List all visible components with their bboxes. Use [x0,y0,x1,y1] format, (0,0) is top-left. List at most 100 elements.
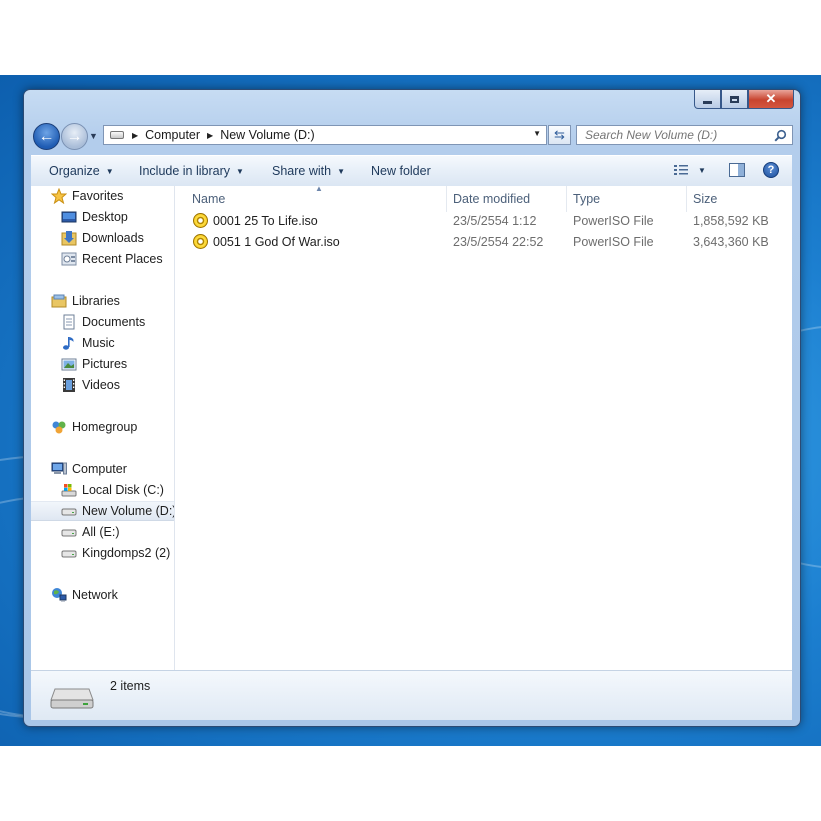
nav-favorites-label: Favorites [72,189,124,203]
system-drive-icon [61,484,77,497]
back-arrow-icon: ← [38,127,55,145]
breadcrumb-separator-icon[interactable]: ▶ [207,131,213,140]
file-size: 1,858,592 KB [693,214,769,228]
file-row[interactable]: 0051 1 God Of War.iso 23/5/2554 22:52 Po… [185,232,785,252]
minimize-button[interactable] [694,90,721,109]
chevron-down-icon: ▼ [89,131,98,141]
back-button[interactable]: ← [33,123,60,150]
sort-ascending-icon: ▲ [315,184,323,193]
network-icon [52,588,67,602]
computer-icon [51,462,67,475]
drive-icon [61,529,77,537]
nav-item-label: Local Disk (C:) [82,483,164,497]
search-icon[interactable] [774,129,787,142]
column-header-name[interactable]: Name [192,186,225,212]
file-date: 23/5/2554 1:12 [453,214,537,228]
forward-button[interactable]: → [61,123,88,150]
breadcrumb-separator-icon[interactable]: ▶ [132,131,138,140]
drive-icon [110,131,124,139]
column-header-size[interactable]: Size [693,186,717,212]
iso-disc-icon [193,234,208,249]
new-folder-label: New folder [371,164,431,178]
column-divider[interactable] [446,186,447,212]
include-in-library-button[interactable]: Include in library ▼ [139,164,244,178]
file-name: 0051 1 God Of War.iso [213,235,340,249]
breadcrumb-new-volume[interactable]: New Volume (D:) [220,128,314,142]
column-divider[interactable] [566,186,567,212]
column-header-type[interactable]: Type [573,186,600,212]
column-header-label: Date modified [453,192,531,206]
change-view-icon[interactable] [673,162,691,178]
close-button[interactable]: ✕ [748,90,794,109]
libraries-icon [51,294,67,308]
address-dropdown-icon[interactable]: ▼ [533,129,541,138]
new-folder-button[interactable]: New folder [371,164,431,178]
nav-item-label: Recent Places [82,252,163,266]
nav-item-all-e[interactable]: All (E:) [31,522,174,542]
nav-item-label: Desktop [82,210,128,224]
help-icon: ? [767,164,775,176]
film-strip-icon [63,378,75,392]
column-header-date-modified[interactable]: Date modified [453,186,530,212]
share-with-button[interactable]: Share with ▼ [272,164,345,178]
close-icon: ✕ [765,91,777,106]
nav-item-pictures[interactable]: Pictures [31,354,174,374]
nav-item-label: Music [82,336,115,350]
downloads-folder-icon [61,231,77,246]
nav-favorites[interactable]: Favorites [31,186,174,206]
recent-places-icon [61,252,77,266]
recent-pages-button[interactable]: ▼ [89,131,98,141]
desktop-icon [61,211,77,223]
iso-disc-icon [193,213,208,228]
nav-homegroup[interactable]: Homegroup [31,417,174,437]
nav-item-music[interactable]: Music [31,333,174,353]
file-list: ▲ Name Date modified Type Size 0001 25 T… [175,184,792,670]
nav-item-label: All (E:) [82,525,120,539]
nav-item-downloads[interactable]: Downloads [31,228,174,248]
nav-item-kingdomps2[interactable]: Kingdomps2 (2) ( [31,543,174,563]
nav-item-label: Kingdomps2 (2) ( [82,546,175,560]
file-row[interactable]: 0001 25 To Life.iso 23/5/2554 1:12 Power… [185,211,785,231]
window-body: Favorites Desktop Downloads Recent Place… [31,184,792,670]
nav-item-videos[interactable]: Videos [31,375,174,395]
item-count: 2 items [110,679,151,693]
preview-pane-icon[interactable] [728,162,746,178]
nav-libraries[interactable]: Libraries [31,291,174,311]
nav-item-desktop[interactable]: Desktop [31,207,174,227]
breadcrumb-computer[interactable]: Computer [145,128,200,142]
chevron-down-icon: ▼ [236,167,244,176]
details-pane: 2 items [31,670,792,720]
nav-item-new-volume-d[interactable]: New Volume (D:) [31,501,174,521]
navigation-bar: ← → ▼ ▶ Computer ▶ New Volume (D:) ▼ ⇆ [32,123,793,150]
refresh-button[interactable]: ⇆ [548,125,571,145]
help-button[interactable]: ? [763,162,779,178]
window-controls: ✕ [694,90,794,110]
nav-item-label: Documents [82,315,146,329]
nav-item-documents[interactable]: Documents [31,312,174,332]
nav-network[interactable]: Network [31,585,174,605]
share-with-label: Share with [272,164,332,178]
nav-item-label: Videos [82,378,120,392]
nav-item-local-disk-c[interactable]: Local Disk (C:) [31,480,174,500]
hard-drive-icon [50,688,94,709]
file-type: PowerISO File [573,235,654,249]
search-box[interactable] [576,125,793,145]
chevron-down-icon: ▼ [337,167,345,176]
pictures-icon [61,358,77,371]
minimize-icon [703,100,712,104]
view-options-chevron-icon[interactable]: ▼ [698,166,706,175]
refresh-icon: ⇆ [554,127,565,142]
search-input[interactable] [585,128,765,142]
address-bar[interactable]: ▶ Computer ▶ New Volume (D:) ▼ [103,125,547,145]
drive-icon [61,550,77,558]
column-divider[interactable] [686,186,687,212]
column-header-label: Type [573,192,601,206]
nav-item-recent-places[interactable]: Recent Places [31,249,174,269]
column-header-label: Size [693,192,718,206]
organize-button[interactable]: Organize ▼ [49,164,114,178]
column-header-label: Name [192,192,226,206]
nav-libraries-label: Libraries [72,294,120,308]
maximize-button[interactable] [721,90,748,109]
nav-computer[interactable]: Computer [31,459,174,479]
nav-item-label: Downloads [82,231,144,245]
